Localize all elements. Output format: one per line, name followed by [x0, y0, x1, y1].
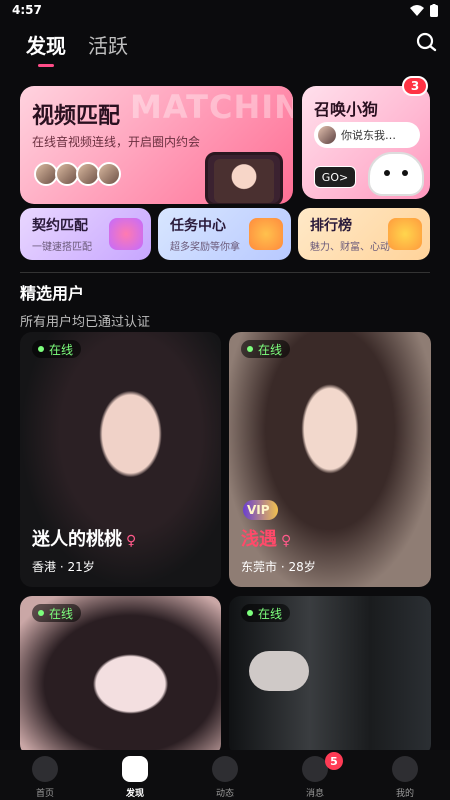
chat-preview: 你说东我… [314, 122, 420, 148]
task-center-title: 任务中心 [170, 218, 226, 234]
tab-label: 首页 [35, 789, 54, 799]
heart-gift-icon [109, 218, 143, 250]
status-bar: 4:57 [0, 0, 450, 22]
section-subtitle: 所有用户均已通过认证 [20, 315, 151, 330]
online-badge: 在线 [32, 604, 82, 622]
user-card[interactable]: 在线 VIP 浅遇 ♀ 东莞市 · 28岁 [229, 332, 431, 587]
top-tabs: 发现 活跃 [26, 30, 128, 67]
tab-discover-bottom[interactable]: 发现 [90, 750, 180, 800]
tab-label: 消息 [305, 789, 324, 799]
discover-icon [122, 756, 148, 782]
user-name-text: 浅遇 [241, 529, 277, 550]
online-badge: 在线 [241, 604, 291, 622]
tab-home[interactable]: 首页 [0, 750, 90, 800]
leaderboard-banner[interactable]: 排行榜 魅力、财富、心动 [298, 208, 430, 260]
message-count-badge: 5 [325, 752, 343, 770]
banner-watermark: MATCHIN [130, 88, 293, 126]
dog-mascot-icon [368, 152, 424, 196]
tab-profile[interactable]: 我的 [360, 750, 450, 800]
female-icon: ♀ [281, 533, 292, 549]
profile-icon [392, 756, 418, 782]
avatar [97, 162, 121, 186]
tab-label: 我的 [395, 789, 414, 799]
contract-match-banner[interactable]: 契约匹配 一键速搭匹配 [20, 208, 151, 260]
leaderboard-title: 排行榜 [310, 218, 352, 234]
online-badge: 在线 [241, 340, 291, 358]
tv-illustration [205, 152, 283, 204]
task-center-subtitle: 超多奖励等你拿 [170, 242, 240, 253]
tab-label: 发现 [125, 789, 144, 799]
leaderboard-subtitle: 魅力、财富、心动 [310, 242, 390, 253]
user-location: 香港 · 21岁 [32, 560, 95, 574]
chat-preview-text: 你说东我… [341, 129, 396, 142]
user-location: 东莞市 · 28岁 [241, 560, 316, 574]
online-badge: 在线 [32, 340, 82, 358]
notification-badge: 3 [402, 76, 428, 96]
user-card[interactable]: 在线 [229, 596, 431, 756]
tab-discover[interactable]: 发现 [26, 30, 66, 67]
section-title: 精选用户 [20, 284, 85, 303]
user-card[interactable]: 在线 [20, 596, 221, 756]
summon-dog-banner[interactable]: 召唤小狗 你说东我… GO> [302, 86, 430, 199]
user-name-text: 迷人的桃桃 [32, 529, 122, 550]
contract-match-title: 契约匹配 [32, 218, 88, 234]
user-name: 浅遇 ♀ [241, 525, 291, 551]
vip-badge: VIP [243, 500, 278, 520]
video-match-banner[interactable]: MATCHIN 视频匹配 在线音视频连线，开启圈内约会 [20, 86, 293, 204]
avatar-row [34, 162, 121, 186]
divider [20, 272, 430, 273]
video-match-title: 视频匹配 [32, 104, 121, 129]
task-center-banner[interactable]: 任务中心 超多奖励等你拿 [158, 208, 291, 260]
home-icon [32, 756, 58, 782]
tab-label: 动态 [215, 789, 234, 799]
tab-moments[interactable]: 动态 [180, 750, 270, 800]
female-icon: ♀ [126, 533, 137, 549]
wifi-icon [410, 4, 424, 16]
status-time: 4:57 [12, 3, 42, 17]
go-button[interactable]: GO> [314, 166, 356, 188]
trophy-icon [388, 218, 422, 250]
tab-messages[interactable]: 5 消息 [270, 750, 360, 800]
contract-match-subtitle: 一键速搭匹配 [32, 242, 92, 253]
tab-active[interactable]: 活跃 [88, 30, 128, 59]
bottom-tab-bar: 首页 发现 动态 5 消息 我的 [0, 750, 450, 800]
tv-screen-portrait [214, 159, 274, 203]
battery-icon [430, 4, 438, 17]
search-icon[interactable] [414, 30, 438, 54]
video-match-subtitle: 在线音视频连线，开启圈内约会 [32, 135, 201, 149]
summon-dog-title: 召唤小狗 [314, 100, 379, 119]
moments-icon [212, 756, 238, 782]
status-icons [410, 4, 438, 17]
gift-box-icon [249, 218, 283, 250]
user-name: 迷人的桃桃 ♀ [32, 525, 136, 551]
user-card[interactable]: 在线 迷人的桃桃 ♀ 香港 · 21岁 [20, 332, 221, 587]
avatar [318, 126, 336, 144]
